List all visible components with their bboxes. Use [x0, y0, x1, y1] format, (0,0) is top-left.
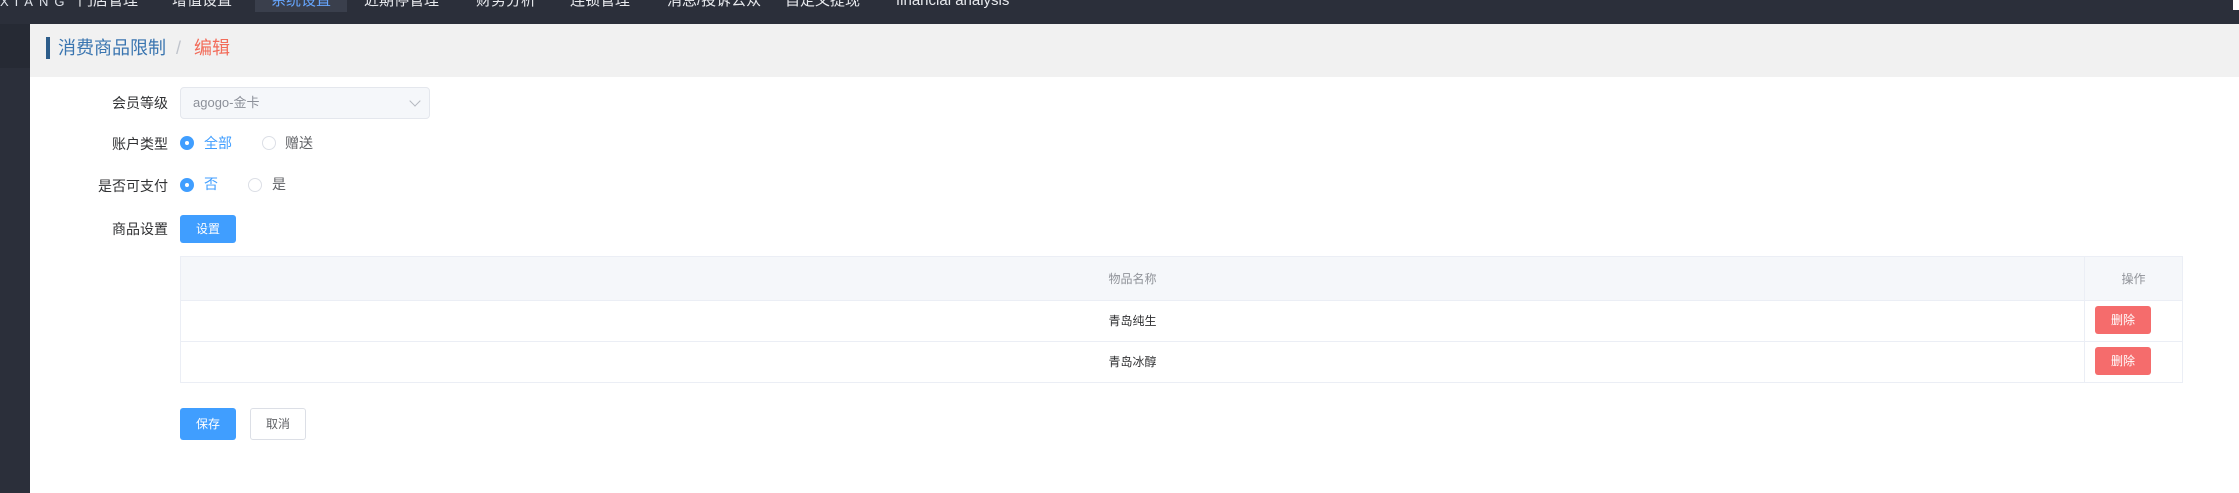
- sidebar: [0, 24, 30, 493]
- header-goods-name: 物品名称: [1108, 272, 1157, 286]
- logo: XIANG: [0, 0, 71, 9]
- sidebar-toggle[interactable]: [0, 24, 30, 68]
- nav-item-messages[interactable]: 消息/投诉公众: [667, 0, 761, 10]
- table-header: 物品名称 操作: [181, 257, 2182, 301]
- member-level-label: 会员等级: [112, 95, 168, 111]
- nav-item-withdraw[interactable]: 自定义提现: [785, 0, 860, 10]
- column-divider: [2084, 257, 2085, 382]
- breadcrumb-accent: [46, 37, 50, 59]
- nav-item-parking[interactable]: 近期停管理: [364, 0, 439, 10]
- nav-item-financial-analysis[interactable]: financial analysis: [896, 0, 1009, 10]
- goods-name-cell: 青岛纯生: [1108, 314, 1157, 328]
- radio-payable-yes-label[interactable]: 是: [272, 175, 286, 193]
- nav-item-value-added[interactable]: 增值设置: [172, 0, 232, 10]
- radio-payable-no[interactable]: [180, 178, 194, 192]
- table-row: 青岛纯生: [181, 301, 2182, 342]
- breadcrumb: [30, 24, 2239, 77]
- top-nav-bar: XIANG 门店管理 增值设置 系统设置 近期停管理 财务分析 连锁管理 消息/…: [0, 0, 2239, 24]
- member-level-select: agogo-金卡: [180, 87, 430, 119]
- nav-item-finance[interactable]: 财务分析: [476, 0, 536, 10]
- breadcrumb-current: 编辑: [194, 38, 230, 58]
- radio-account-all[interactable]: [180, 136, 194, 150]
- radio-account-all-label[interactable]: 全部: [204, 134, 232, 152]
- goods-name-cell: 青岛冰醇: [1108, 355, 1157, 369]
- chevron-down-icon: [409, 95, 421, 107]
- nav-item-stores[interactable]: 门店管理: [78, 0, 138, 10]
- delete-row-button[interactable]: 删除: [2095, 347, 2151, 375]
- header-action: 操作: [2121, 272, 2146, 286]
- delete-row-button[interactable]: 删除: [2095, 306, 2151, 334]
- breadcrumb-separator: /: [176, 38, 182, 58]
- radio-account-gift-label[interactable]: 赠送: [285, 134, 313, 152]
- goods-table: 物品名称 操作 青岛纯生 青岛冰醇: [180, 256, 2183, 383]
- save-button[interactable]: 保存: [180, 408, 236, 440]
- radio-payable-yes[interactable]: [248, 178, 262, 192]
- corner-indicator: [2233, 0, 2239, 10]
- member-level-value: agogo-金卡: [193, 95, 260, 110]
- radio-payable-no-label[interactable]: 否: [204, 175, 218, 193]
- goods-setting-label: 商品设置: [112, 221, 168, 237]
- table-row: 青岛冰醇: [181, 342, 2182, 383]
- radio-account-gift[interactable]: [262, 136, 276, 150]
- nav-item-system-settings[interactable]: 系统设置: [255, 0, 348, 12]
- nav-item-chain[interactable]: 连锁管理: [570, 0, 630, 10]
- set-goods-button[interactable]: 设置: [180, 215, 236, 243]
- account-type-label: 账户类型: [112, 136, 168, 152]
- cancel-button[interactable]: 取消: [250, 408, 306, 440]
- breadcrumb-parent[interactable]: 消费商品限制: [58, 37, 166, 59]
- payable-label: 是否可支付: [98, 178, 168, 194]
